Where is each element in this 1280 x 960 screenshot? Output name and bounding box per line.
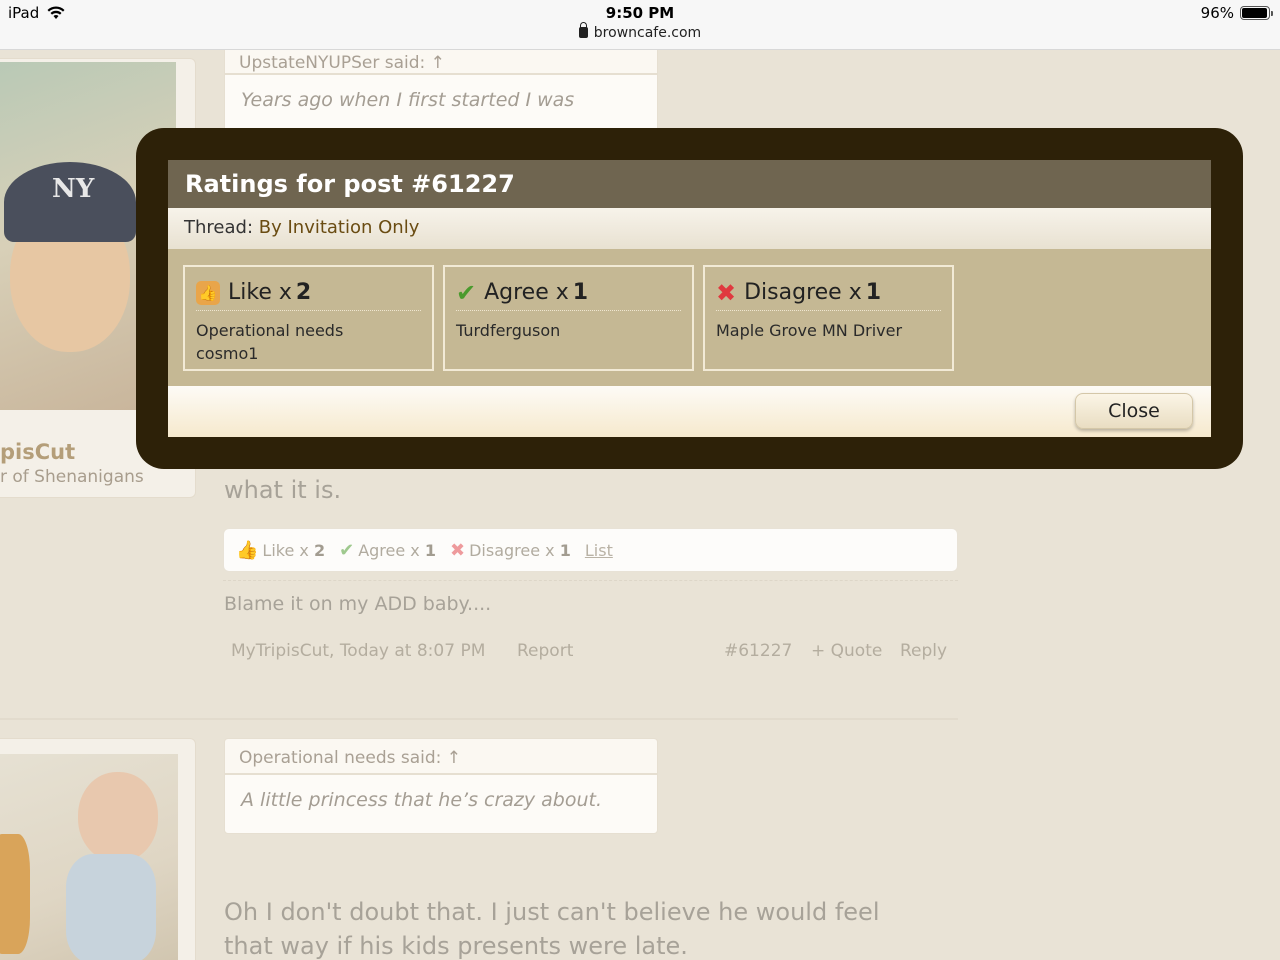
- agree-rating: ✔ Agree x 1: [339, 539, 437, 561]
- rating-disagree-users: Maple Grove MN Driver: [716, 319, 941, 342]
- post-text-2-line1: Oh I don't doubt that. I just can't beli…: [224, 898, 880, 926]
- quote-link[interactable]: + Quote: [811, 641, 882, 661]
- signature-divider: [223, 580, 958, 581]
- battery-fill: [1242, 8, 1267, 18]
- thumbs-up-icon: 👍: [196, 280, 220, 305]
- status-right: 96%: [1200, 4, 1273, 22]
- quote-text-2: A little princess that he’s crazy about.: [224, 774, 658, 834]
- signature: Blame it on my ADD baby....: [224, 593, 492, 615]
- rater-link[interactable]: Turdferguson: [456, 319, 681, 342]
- username[interactable]: pisCut: [0, 440, 75, 464]
- x-icon: ✖: [716, 278, 737, 307]
- post-author-time[interactable]: MyTripisCut, Today at 8:07 PM: [231, 641, 485, 661]
- rating-agree-label: Agree x: [484, 280, 569, 305]
- dialog-footer: Close: [168, 386, 1211, 437]
- avatar-2[interactable]: [0, 754, 178, 960]
- like-rating: 👍 Like x 2: [236, 539, 326, 561]
- rating-like-users: Operational needs cosmo1: [196, 319, 421, 365]
- thread-label: Thread:: [184, 217, 254, 238]
- status-bar: iPad 9:50 PM browncafe.com 96%: [0, 0, 1280, 50]
- rating-agree-title: ✔ Agree x 1: [456, 275, 681, 311]
- quote-text: Years ago when I first started I was: [224, 74, 658, 134]
- ratings-list-link[interactable]: List: [585, 541, 613, 560]
- rating-like-title: 👍 Like x 2: [196, 275, 421, 311]
- dialog-title: Ratings for post #61227: [168, 160, 1211, 208]
- rating-disagree-count: 1: [865, 280, 882, 305]
- rater-link[interactable]: Operational needs: [196, 319, 421, 342]
- post-divider: [0, 718, 958, 720]
- disagree-rating: ✖ Disagree x 1: [450, 539, 571, 561]
- url-bar[interactable]: browncafe.com: [0, 22, 1280, 41]
- quote-author-2[interactable]: Operational needs said: ↑: [224, 738, 658, 774]
- quote-author[interactable]: UpstateNYUPSer said: ↑: [224, 46, 658, 74]
- x-icon: ✖: [450, 539, 466, 561]
- battery-icon: [1240, 6, 1273, 20]
- rating-agree-box: ✔ Agree x 1 Turdferguson: [443, 265, 694, 371]
- rating-agree-count: 1: [572, 280, 589, 305]
- rater-link[interactable]: Maple Grove MN Driver: [716, 319, 941, 342]
- close-button[interactable]: Close: [1075, 393, 1193, 429]
- report-link[interactable]: Report: [517, 641, 573, 661]
- thread-link[interactable]: By Invitation Only: [259, 217, 420, 238]
- rating-agree-users: Turdferguson: [456, 319, 681, 342]
- ratings-dialog: Ratings for post #61227 Thread: By Invit…: [168, 160, 1211, 437]
- rating-like-box: 👍 Like x 2 Operational needs cosmo1: [183, 265, 434, 371]
- url-text: browncafe.com: [593, 25, 702, 41]
- post-text: what it is.: [224, 476, 342, 504]
- cap-logo: NY: [52, 174, 95, 204]
- thumbs-up-icon: 👍: [236, 539, 259, 561]
- post-ratings-bar: 👍 Like x 2 ✔ Agree x 1 ✖ Disagree x 1 List: [223, 528, 958, 572]
- user-title: r of Shenanigans: [0, 467, 144, 487]
- rating-disagree-title: ✖ Disagree x 1: [716, 275, 941, 311]
- thread-row: Thread: By Invitation Only: [168, 208, 1211, 249]
- rater-link[interactable]: cosmo1: [196, 342, 421, 365]
- check-icon: ✔: [456, 278, 477, 307]
- rating-disagree-label: Disagree x: [744, 280, 862, 305]
- battery-percent: 96%: [1200, 4, 1234, 22]
- lock-icon: [578, 22, 588, 38]
- baby-body: [66, 854, 156, 960]
- rating-like-count: 2: [295, 280, 312, 305]
- baby-face: [78, 772, 158, 862]
- rating-like-label: Like x: [228, 280, 292, 305]
- check-icon: ✔: [339, 539, 355, 561]
- rating-disagree-box: ✖ Disagree x 1 Maple Grove MN Driver: [703, 265, 954, 371]
- post-text-2-line2: that way if his kids presents were late.: [224, 932, 688, 960]
- clock: 9:50 PM: [605, 4, 675, 22]
- tiger-toy: [0, 834, 30, 954]
- post-number-link[interactable]: #61227: [724, 641, 792, 661]
- reply-link[interactable]: Reply: [900, 641, 947, 661]
